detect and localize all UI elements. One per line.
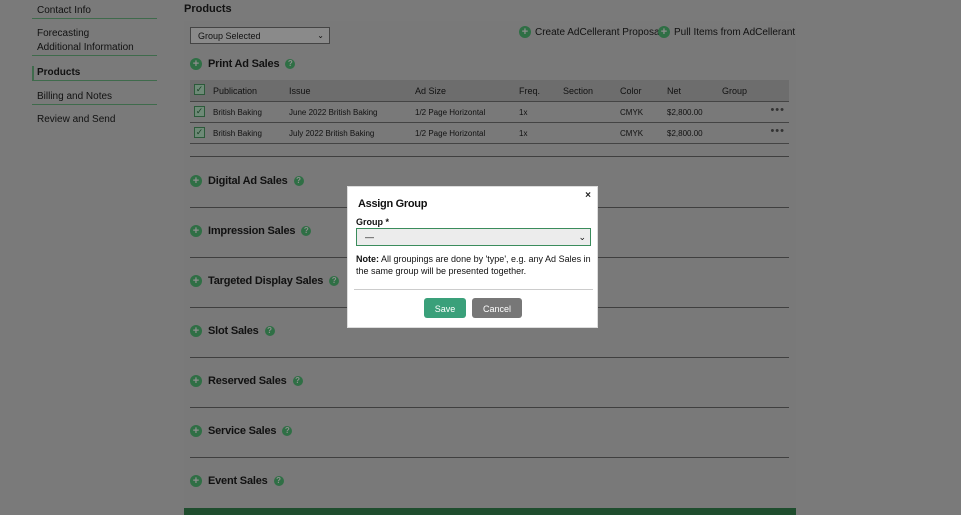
more-dots-icon[interactable]: ••• [770, 125, 785, 137]
save-button[interactable]: Save [424, 298, 466, 318]
sidebar-item-label: Forecasting [37, 28, 90, 39]
cell-ad-size: 1/2 Page Horizontal [415, 108, 486, 117]
more-dots-icon[interactable]: ••• [770, 104, 785, 116]
section-title: Service Sales [208, 425, 277, 437]
plus-circle-icon: + [658, 26, 670, 38]
table-row[interactable]: ✓ British Baking June 2022 British Bakin… [190, 102, 789, 123]
group-select-value: Group Selected [198, 31, 261, 41]
page-title: Products [184, 3, 232, 15]
sidebar-item-forecasting[interactable]: Forecasting Additional Information [32, 27, 157, 56]
col-publication[interactable]: Publication [213, 86, 257, 96]
group-label: Group * [356, 217, 389, 227]
cell-net: $2,800.00 [667, 129, 703, 138]
cell-freq: 1x [519, 129, 528, 138]
sidebar-item-billing[interactable]: Billing and Notes [32, 90, 157, 105]
plus-circle-icon[interactable]: + [190, 225, 202, 237]
group-select[interactable]: Group Selected ⌄ [190, 27, 330, 44]
section-service-sales: + Service Sales ? [190, 416, 790, 446]
pull-items-label: Pull Items from AdCellerant [674, 26, 796, 38]
section-title: Digital Ad Sales [208, 175, 288, 187]
modal-divider [354, 289, 593, 290]
cell-issue: July 2022 British Baking [289, 129, 375, 138]
question-circle-icon[interactable]: ? [329, 276, 340, 286]
col-freq[interactable]: Freq. [519, 86, 540, 96]
cell-net: $2,800.00 [667, 108, 703, 117]
chevron-down-icon: ⌄ [578, 232, 586, 242]
create-proposal-link[interactable]: + Create AdCellerant Proposal [519, 26, 662, 38]
sidebar-item-label: Contact Info [37, 5, 91, 16]
divider [190, 156, 789, 157]
section-event-sales: + Event Sales ? [190, 466, 790, 496]
divider [190, 457, 789, 458]
question-circle-icon[interactable]: ? [264, 326, 275, 336]
divider [190, 407, 789, 408]
note-text: All groupings are done by 'type', e.g. a… [356, 254, 591, 276]
chevron-down-icon: ⌄ [317, 31, 324, 40]
col-group[interactable]: Group [722, 86, 747, 96]
question-circle-icon[interactable]: ? [292, 376, 303, 386]
col-color[interactable]: Color [620, 86, 642, 96]
sidebar-item-products[interactable]: Products [32, 66, 157, 81]
cancel-button[interactable]: Cancel [472, 298, 522, 318]
col-ad-size[interactable]: Ad Size [415, 86, 446, 96]
question-circle-icon[interactable]: ? [301, 226, 312, 236]
plus-circle-icon[interactable]: + [190, 475, 202, 487]
divider [190, 357, 789, 358]
group-dropdown-value: — [365, 232, 374, 242]
sidebar-item-review[interactable]: Review and Send [32, 113, 157, 127]
section-title: Impression Sales [208, 225, 296, 237]
note-label: Note: [356, 254, 379, 264]
col-net[interactable]: Net [667, 86, 681, 96]
section-title: Reserved Sales [208, 375, 287, 387]
sidebar-item-label: Products [37, 67, 81, 78]
section-title: Targeted Display Sales [208, 275, 324, 287]
cell-color: CMYK [620, 129, 644, 138]
plus-circle-icon: + [519, 26, 531, 38]
table-header: ✓ Publication Issue Ad Size Freq. Sectio… [190, 80, 789, 102]
create-proposal-label: Create AdCellerant Proposal [535, 26, 662, 38]
sidebar-item-contact-info[interactable]: Contact Info [32, 4, 157, 19]
cell-publication: British Baking [213, 108, 262, 117]
assign-group-modal: × Assign Group Group * — ⌄ Note: All gro… [347, 186, 598, 328]
row-checkbox[interactable]: ✓ [194, 106, 205, 117]
question-circle-icon[interactable]: ? [282, 426, 293, 436]
section-title: Slot Sales [208, 325, 259, 337]
sidebar: Contact Info Forecasting Additional Info… [0, 0, 170, 515]
cell-freq: 1x [519, 108, 528, 117]
sidebar-item-sublabel: Additional Information [37, 42, 134, 53]
cell-color: CMYK [620, 108, 644, 117]
cell-issue: June 2022 British Baking [289, 108, 378, 117]
question-circle-icon[interactable]: ? [273, 476, 284, 486]
cell-ad-size: 1/2 Page Horizontal [415, 129, 486, 138]
cell-publication: British Baking [213, 129, 262, 138]
question-circle-icon[interactable]: ? [285, 59, 296, 69]
plus-circle-icon[interactable]: + [190, 58, 202, 70]
modal-note: Note: All groupings are done by 'type', … [356, 253, 592, 277]
sidebar-item-label: Billing and Notes [37, 91, 113, 102]
select-all-checkbox[interactable]: ✓ [194, 84, 205, 95]
question-circle-icon[interactable]: ? [293, 176, 304, 186]
plus-circle-icon[interactable]: + [190, 275, 202, 287]
sidebar-item-label: Review and Send [37, 114, 116, 125]
close-icon[interactable]: × [585, 190, 591, 201]
row-checkbox[interactable]: ✓ [194, 127, 205, 138]
col-issue[interactable]: Issue [289, 86, 311, 96]
plus-circle-icon[interactable]: + [190, 425, 202, 437]
footer-bar [184, 508, 796, 515]
group-dropdown[interactable]: — ⌄ [356, 228, 591, 246]
modal-title: Assign Group [358, 198, 428, 210]
section-print-ad-sales: + Print Ad Sales ? [190, 49, 790, 79]
table-row[interactable]: ✓ British Baking July 2022 British Bakin… [190, 123, 789, 144]
section-title: Print Ad Sales [208, 58, 280, 70]
section-reserved-sales: + Reserved Sales ? [190, 366, 790, 396]
pull-items-link[interactable]: + Pull Items from AdCellerant [658, 26, 795, 38]
col-section[interactable]: Section [563, 86, 593, 96]
plus-circle-icon[interactable]: + [190, 325, 202, 337]
section-title: Event Sales [208, 475, 268, 487]
plus-circle-icon[interactable]: + [190, 175, 202, 187]
plus-circle-icon[interactable]: + [190, 375, 202, 387]
